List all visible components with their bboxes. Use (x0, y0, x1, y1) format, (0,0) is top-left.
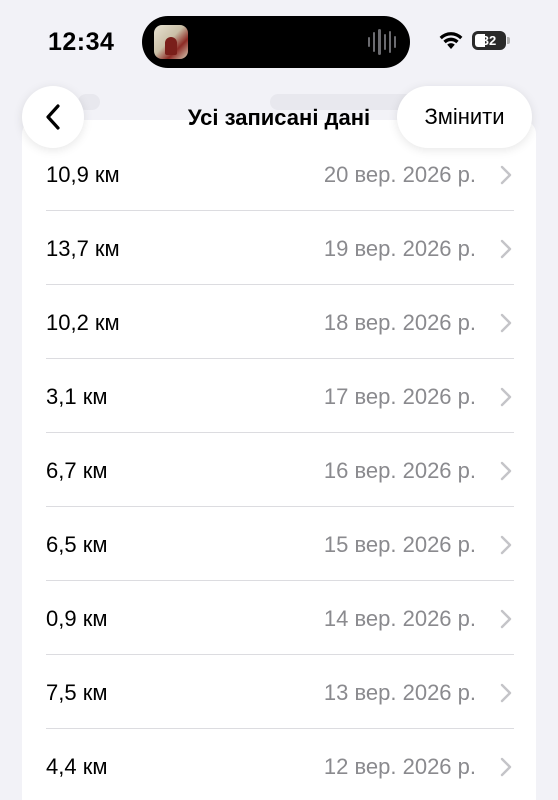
audio-waveform-icon (368, 29, 397, 55)
battery-icon: 32 (472, 31, 506, 50)
chevron-right-icon (500, 609, 512, 629)
record-date: 12 вер. 2026 р. (323, 754, 476, 779)
list-item[interactable]: 6,7 км 16 вер. 2026 р. (22, 433, 536, 507)
records-rows: 10,9 км 20 вер. 2026 р. 13,7 км 19 вер. 202… (22, 137, 536, 800)
record-date: 15 вер. 2026 р. (323, 532, 476, 557)
dynamic-island[interactable] (142, 16, 410, 68)
chevron-left-icon (46, 104, 60, 130)
chevron-right-icon (500, 535, 512, 555)
records-list[interactable]: 10,9 км 20 вер. 2026 р. 13,7 км 19 вер. 202… (22, 120, 536, 800)
chevron-right-icon (500, 239, 512, 259)
wifi-icon (439, 32, 463, 49)
list-item[interactable]: 7,5 км 13 вер. 2026 р. (22, 655, 536, 729)
chevron-right-icon (500, 165, 512, 185)
chevron-right-icon (500, 313, 512, 333)
record-date: 17 вер. 2026 р. (323, 384, 476, 409)
edit-button[interactable]: Змінити (397, 86, 532, 148)
record-date: 16 вер. 2026 р. (323, 458, 476, 483)
status-time: 12:34 (48, 28, 115, 56)
status-bar: 12:34 32 (0, 0, 558, 84)
navigation-bar: Усі записані дані Змінити (0, 84, 558, 150)
distance-value: 6,5 км (46, 532, 108, 557)
chevron-right-icon (500, 461, 512, 481)
distance-value: 7,5 км (46, 680, 108, 705)
list-item[interactable]: 10,2 км 18 вер. 2026 р. (22, 285, 536, 359)
page-title: Усі записані дані (187, 105, 371, 130)
battery-level: 32 (481, 33, 497, 48)
chevron-right-icon (500, 387, 512, 407)
record-date: 18 вер. 2026 р. (323, 310, 476, 335)
record-date: 19 вер. 2026 р. (323, 236, 476, 261)
list-item[interactable]: 4,4 км 12 вер. 2026 р. (22, 729, 536, 800)
distance-value: 10,2 км (46, 310, 120, 335)
back-button[interactable] (22, 86, 84, 148)
list-item[interactable]: 0,9 км 14 вер. 2026 р. (22, 581, 536, 655)
chevron-right-icon (500, 757, 512, 777)
record-date: 20 вер. 2026 р. (323, 162, 476, 187)
distance-value: 4,4 км (46, 754, 108, 779)
chevron-right-icon (500, 683, 512, 703)
list-item[interactable]: 13,7 км 19 вер. 2026 р. (22, 211, 536, 285)
distance-value: 6,7 км (46, 458, 108, 483)
battery-cap (507, 37, 510, 44)
list-item[interactable]: 3,1 км 17 вер. 2026 р. (22, 359, 536, 433)
list-item[interactable]: 6,5 км 15 вер. 2026 р. (22, 507, 536, 581)
distance-value: 10,9 км (46, 162, 120, 187)
record-date: 13 вер. 2026 р. (323, 680, 476, 705)
distance-value: 3,1 км (46, 384, 108, 409)
record-date: 14 вер. 2026 р. (323, 606, 476, 631)
album-art (154, 25, 188, 59)
distance-value: 13,7 км (46, 236, 120, 261)
distance-value: 0,9 км (46, 606, 108, 631)
